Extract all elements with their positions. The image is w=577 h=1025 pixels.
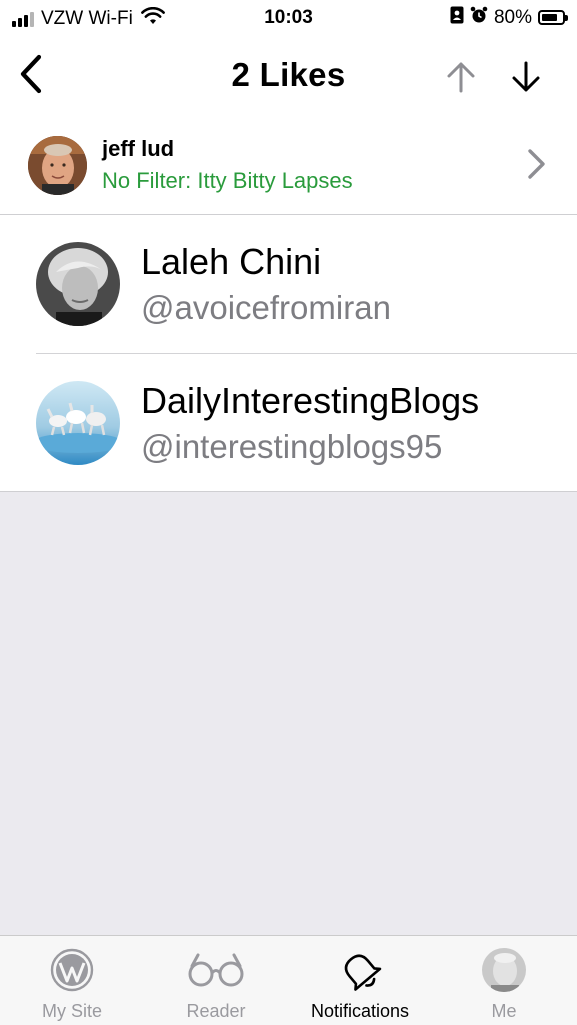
liker-name: DailyInterestingBlogs xyxy=(141,380,480,421)
liker-handle: @interestingblogs95 xyxy=(141,428,443,465)
status-bar: VZW Wi-Fi 10:03 80% xyxy=(0,0,577,36)
post-author-name: jeff lud xyxy=(102,136,175,161)
tab-bar: My Site Reader Notifications Me xyxy=(0,935,577,1025)
tab-my-site[interactable]: My Site xyxy=(0,936,144,1025)
liker-avatar xyxy=(36,381,120,465)
status-right: 80% xyxy=(450,6,568,29)
bell-icon xyxy=(288,948,432,992)
tab-label: Reader xyxy=(186,1001,246,1021)
battery-percent: 80% xyxy=(493,6,532,28)
post-title: No Filter: Itty Bitty Lapses xyxy=(102,168,353,193)
liker-name: Laleh Chini xyxy=(141,241,322,282)
like-row[interactable]: DailyInterestingBlogs @interestingblogs9… xyxy=(0,354,577,492)
empty-content-area xyxy=(0,492,577,935)
tab-label: My Site xyxy=(41,1001,102,1021)
author-avatar xyxy=(28,136,87,195)
arrow-up-icon xyxy=(447,62,475,93)
tab-notifications[interactable]: Notifications xyxy=(288,936,432,1025)
tab-reader[interactable]: Reader xyxy=(144,936,288,1025)
chevron-right-icon xyxy=(528,149,545,179)
contact-card-icon xyxy=(450,6,464,29)
like-row[interactable]: Laleh Chini @avoicefromiran xyxy=(0,215,577,353)
post-header[interactable]: jeff lud No Filter: Itty Bitty Lapses xyxy=(0,120,577,214)
avatar-icon xyxy=(432,948,576,992)
next-notification-button[interactable] xyxy=(505,56,547,98)
tab-label: Me xyxy=(491,1001,517,1021)
glasses-icon xyxy=(144,948,288,992)
wordpress-icon xyxy=(0,948,144,992)
tab-me[interactable]: Me xyxy=(432,936,576,1025)
previous-notification-button[interactable] xyxy=(440,56,482,98)
liker-avatar xyxy=(36,242,120,326)
tab-label: Notifications xyxy=(310,1001,410,1021)
page-title: 2 Likes xyxy=(231,56,346,93)
arrow-down-icon xyxy=(512,61,540,92)
battery-icon xyxy=(538,10,568,25)
alarm-icon xyxy=(470,6,488,29)
liker-handle: @avoicefromiran xyxy=(141,289,391,326)
navigation-bar: 2 Likes xyxy=(0,44,577,106)
